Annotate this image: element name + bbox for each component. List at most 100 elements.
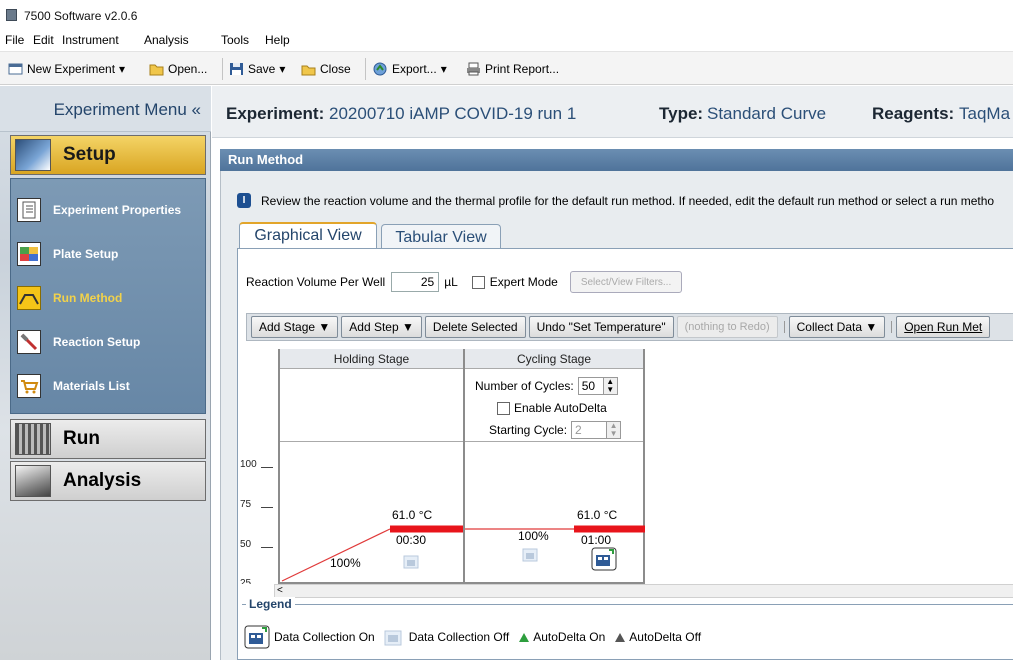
export-icon bbox=[373, 62, 388, 76]
nav-label: Experiment Properties bbox=[53, 203, 182, 217]
legend-title: Legend bbox=[246, 597, 295, 611]
nav-label: Plate Setup bbox=[53, 247, 119, 261]
toolbar-separator bbox=[365, 58, 366, 80]
thermal-profile-graph: 100 75 50 25 Holding Stage Cycling Stage bbox=[238, 349, 1013, 584]
info-line: I Review the reaction volume and the the… bbox=[237, 193, 994, 208]
cycling-temp-label[interactable]: 61.0 °C bbox=[577, 508, 617, 522]
data-collection-off-icon[interactable] bbox=[402, 552, 422, 570]
export-button[interactable]: Export... ▾ bbox=[373, 60, 447, 78]
nav-materials-list[interactable]: Materials List bbox=[17, 371, 203, 401]
experiment-menu-header[interactable]: Experiment Menu « bbox=[0, 86, 211, 132]
cycling-ramp-label[interactable]: 100% bbox=[518, 529, 549, 543]
app-icon bbox=[6, 9, 17, 21]
tab-label: Graphical View bbox=[254, 227, 362, 244]
pipette-icon bbox=[17, 330, 41, 354]
data-collection-on-icon bbox=[244, 625, 270, 649]
experiment-name: 20200710 iAMP COVID-19 run 1 bbox=[329, 104, 577, 123]
reaction-volume-unit: µL bbox=[444, 275, 458, 289]
type-value: Standard Curve bbox=[707, 104, 827, 123]
analysis-section-header[interactable]: Analysis bbox=[10, 461, 206, 501]
experiment-label: Experiment: bbox=[226, 104, 325, 123]
autodelta-off-icon bbox=[615, 632, 626, 642]
legend-autodelta-off: AutoDelta Off bbox=[629, 630, 702, 644]
experiment-menu-sidebar: Experiment Menu « Setup Experiment Prope… bbox=[0, 86, 211, 660]
experiment-menu-title[interactable]: Experiment Menu « bbox=[54, 100, 201, 120]
print-report-label: Print Report... bbox=[485, 62, 560, 76]
window-title: 7500 Software v2.0.6 bbox=[24, 9, 138, 23]
menu-tools[interactable]: Tools bbox=[221, 33, 249, 47]
window-title-bar: 7500 Software v2.0.6 bbox=[0, 0, 1013, 30]
holding-time-label[interactable]: 00:30 bbox=[396, 533, 426, 547]
main-content: Experiment: 20200710 iAMP COVID-19 run 1… bbox=[212, 86, 1013, 660]
select-view-filters-button[interactable]: Select/View Filters... bbox=[569, 271, 683, 293]
collect-data-button[interactable]: Collect Data ▼ bbox=[788, 316, 886, 338]
open-run-method-button[interactable]: Open Run Met bbox=[896, 316, 991, 338]
graphical-view-body: Reaction Volume Per Well 25 µL Expert Mo… bbox=[237, 248, 1013, 660]
reagents-value: TaqMa bbox=[959, 104, 1011, 123]
setup-section-header[interactable]: Setup bbox=[10, 135, 206, 175]
legend-data-collection-off: Data Collection Off bbox=[408, 630, 510, 644]
delete-selected-button[interactable]: Delete Selected bbox=[424, 316, 526, 338]
run-method-title-bar: Run Method bbox=[220, 149, 1013, 171]
undo-button[interactable]: Undo "Set Temperature" bbox=[528, 316, 674, 338]
cycling-time-label[interactable]: 01:00 bbox=[581, 533, 611, 547]
expert-mode-label: Expert Mode bbox=[489, 275, 558, 289]
nav-plate-setup[interactable]: Plate Setup bbox=[17, 239, 203, 269]
folder-close-icon bbox=[301, 62, 316, 76]
save-button[interactable]: Save ▾ bbox=[229, 60, 285, 78]
new-experiment-label: New Experiment bbox=[27, 62, 116, 76]
analysis-label: Analysis bbox=[63, 470, 142, 491]
info-text: Review the reaction volume and the therm… bbox=[261, 193, 995, 208]
tab-graphical-view[interactable]: Graphical View bbox=[239, 222, 377, 248]
document-list-icon bbox=[17, 198, 41, 222]
new-experiment-button[interactable]: New Experiment ▾ bbox=[8, 60, 125, 78]
legend-row: Data Collection On Data Collection Off A… bbox=[244, 625, 701, 649]
data-collection-off-icon[interactable] bbox=[521, 545, 541, 563]
stage-toolbar: Add Stage ▼ Add Step ▼ Delete Selected U… bbox=[246, 313, 1013, 341]
menu-instrument[interactable]: Instrument bbox=[62, 33, 119, 47]
info-icon: I bbox=[237, 193, 251, 208]
experiment-header: Experiment: 20200710 iAMP COVID-19 run 1… bbox=[212, 86, 1013, 138]
data-collection-on-icon[interactable] bbox=[591, 547, 617, 571]
menu-file[interactable]: File bbox=[5, 33, 24, 47]
run-section-header[interactable]: Run bbox=[10, 419, 206, 459]
menubar: File Edit Instrument Analysis Tools Help bbox=[0, 30, 1013, 50]
add-stage-button[interactable]: Add Stage ▼ bbox=[251, 316, 339, 338]
print-report-button[interactable]: Print Report... bbox=[466, 60, 559, 78]
dropdown-arrow-icon: ▾ bbox=[279, 62, 286, 76]
plate-grid-icon bbox=[17, 242, 41, 266]
nav-label: Materials List bbox=[53, 379, 130, 393]
run-label: Run bbox=[63, 428, 100, 449]
nav-experiment-properties[interactable]: Experiment Properties bbox=[17, 195, 203, 225]
expert-mode-checkbox[interactable] bbox=[471, 275, 485, 289]
menu-edit[interactable]: Edit bbox=[33, 33, 54, 47]
menu-analysis[interactable]: Analysis bbox=[144, 33, 189, 47]
run-method-title: Run Method bbox=[228, 152, 304, 167]
reaction-volume-row: Reaction Volume Per Well 25 µL Expert Mo… bbox=[246, 271, 683, 293]
analysis-icon bbox=[15, 465, 51, 497]
reaction-volume-input[interactable]: 25 bbox=[391, 272, 440, 292]
toolbar-separator bbox=[891, 321, 893, 333]
close-button[interactable]: Close bbox=[301, 60, 351, 78]
open-button[interactable]: Open... bbox=[149, 60, 207, 78]
run-icon bbox=[15, 423, 51, 455]
horizontal-scrollbar[interactable]: < bbox=[274, 584, 1013, 598]
tab-tabular-view[interactable]: Tabular View bbox=[381, 224, 501, 250]
scroll-left-icon[interactable]: < bbox=[277, 585, 283, 597]
nav-run-method[interactable]: Run Method bbox=[17, 283, 203, 313]
redo-button[interactable]: (nothing to Redo) bbox=[676, 316, 778, 338]
open-label: Open... bbox=[168, 62, 208, 76]
toolbar-separator bbox=[783, 321, 785, 333]
reagents-label: Reagents: bbox=[872, 104, 955, 123]
menu-help[interactable]: Help bbox=[265, 33, 290, 47]
add-step-button[interactable]: Add Step ▼ bbox=[341, 316, 422, 338]
thermal-profile-icon bbox=[17, 286, 41, 310]
holding-temp-label[interactable]: 61.0 °C bbox=[392, 508, 432, 522]
type-label: Type: bbox=[659, 104, 704, 123]
data-collection-off-icon bbox=[384, 630, 402, 646]
export-label: Export... bbox=[392, 62, 437, 76]
temperature-profile-svg bbox=[281, 525, 645, 582]
nav-reaction-setup[interactable]: Reaction Setup bbox=[17, 327, 203, 357]
holding-ramp-label[interactable]: 100% bbox=[330, 556, 361, 570]
folder-open-icon bbox=[149, 62, 164, 76]
